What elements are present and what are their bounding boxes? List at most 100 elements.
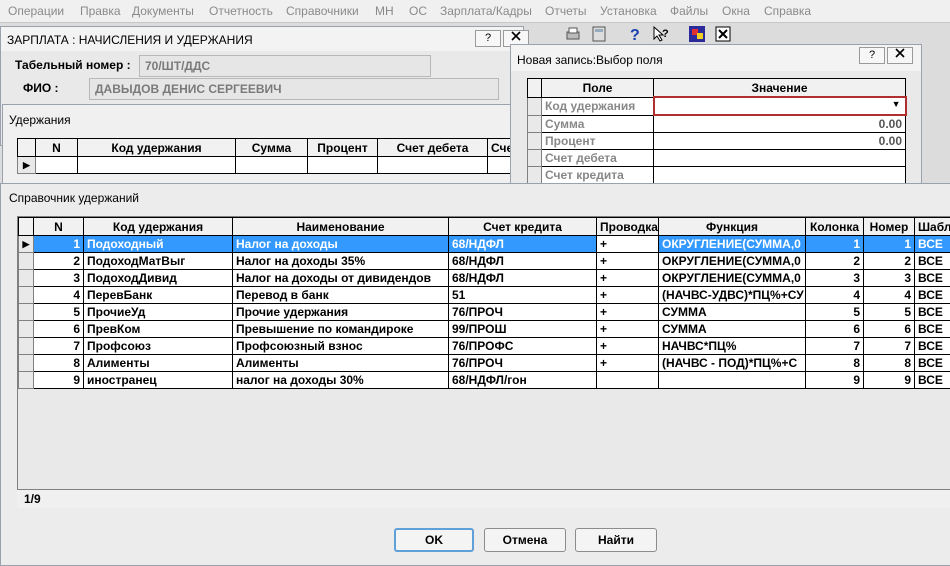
cell-n[interactable]: 7 [33, 337, 84, 355]
cell-credit-account[interactable]: 68/НДФЛ [448, 269, 597, 287]
field-row-sum[interactable]: Сумма 0.00 [527, 114, 906, 133]
cell-function[interactable]: ОКРУГЛЕНИЕ(СУММА,0 [658, 235, 806, 253]
cell-n[interactable]: 3 [33, 269, 84, 287]
table-row[interactable]: 3 ПодоходДивид Налог на доходы от дивиденд… [18, 269, 950, 287]
cell-name[interactable]: Профсоюзный взнос [232, 337, 449, 355]
cell-code[interactable]: иностранец [83, 371, 233, 389]
cell-template[interactable]: ВСЕ [914, 235, 950, 253]
menu-reporting[interactable]: Отчетность [209, 4, 273, 18]
cell-credit-account[interactable]: 68/НДФЛ [448, 252, 597, 270]
cell-number[interactable]: 3 [863, 269, 915, 287]
cell-code[interactable]: ПрочиеУд [83, 303, 233, 321]
cell-posting[interactable]: + [596, 337, 659, 355]
col-debit-account[interactable]: Счет дебета [377, 138, 488, 157]
cell-template[interactable]: ВСЕ [914, 286, 950, 304]
cell-template[interactable]: ВСЕ [914, 252, 950, 270]
cell-name[interactable]: Превышение по командироке [232, 320, 449, 338]
col-posting[interactable]: Проводка [596, 217, 659, 236]
cell-template[interactable]: ВСЕ [914, 303, 950, 321]
cell-column[interactable]: 9 [805, 371, 864, 389]
cell-column[interactable]: 8 [805, 354, 864, 372]
cell-number[interactable]: 6 [863, 320, 915, 338]
field-value[interactable] [653, 166, 906, 184]
cell-column[interactable]: 3 [805, 269, 864, 287]
cell-n[interactable]: 5 [33, 303, 84, 321]
field-row-code[interactable]: Код удержания ▼ [527, 96, 907, 116]
cell-n[interactable]: 4 [33, 286, 84, 304]
cell-credit-account[interactable]: 51 [448, 286, 597, 304]
cell-number[interactable]: 7 [863, 337, 915, 355]
table-row[interactable]: 6 ПревКом Превышение по командироке 99/ПРОШ… [18, 320, 950, 338]
table-row[interactable]: ▶ 1 Подоходный Налог на доходы 68/НДФЛ + ОКРУГ… [18, 235, 950, 253]
cell-credit-account[interactable]: 68/НДФЛ [448, 235, 597, 253]
cell-column[interactable]: 7 [805, 337, 864, 355]
cell-code[interactable]: ПодоходДивид [83, 269, 233, 287]
cell-name[interactable]: Налог на доходы от дивидендов [232, 269, 449, 287]
cell-posting[interactable]: + [596, 286, 659, 304]
cell-code[interactable]: Алименты [83, 354, 233, 372]
cell-posting[interactable]: + [596, 269, 659, 287]
cell-name[interactable]: Налог на доходы 35% [232, 252, 449, 270]
help-button[interactable]: ? [475, 30, 501, 47]
cell-posting[interactable]: + [596, 354, 659, 372]
cell-column[interactable]: 2 [805, 252, 864, 270]
cell-number[interactable]: 1 [863, 235, 915, 253]
chevron-down-icon[interactable]: ▼ [892, 99, 901, 109]
fio-field[interactable]: ДАВЫДОВ ДЕНИС СЕРГЕЕВИЧ [89, 78, 499, 100]
col-code[interactable]: Код удержания [77, 138, 236, 157]
cell-column[interactable]: 1 [805, 235, 864, 253]
cell-function[interactable]: ОКРУГЛЕНИЕ(СУММА,0 [658, 252, 806, 270]
calculator-icon[interactable] [590, 25, 608, 43]
table-row[interactable]: 5 ПрочиеУд Прочие удержания 76/ПРОЧ + СУММА 5 5… [18, 303, 950, 321]
field-row-credit[interactable]: Счет кредита [527, 166, 906, 184]
cell-number[interactable]: 2 [863, 252, 915, 270]
menu-operations[interactable]: Операции [8, 4, 64, 18]
col-number[interactable]: Номер [863, 217, 915, 236]
cell-number[interactable]: 8 [863, 354, 915, 372]
field-value[interactable]: 0.00 [653, 132, 906, 150]
menu-reports[interactable]: Отчеты [545, 4, 586, 18]
cell-n[interactable]: 9 [33, 371, 84, 389]
cell-name[interactable]: Алименты [232, 354, 449, 372]
cell-n[interactable]: 1 [33, 235, 84, 253]
menu-files[interactable]: Файлы [670, 4, 708, 18]
cell-n[interactable]: 6 [33, 320, 84, 338]
cell-number[interactable]: 9 [863, 371, 915, 389]
context-help-icon[interactable]: ? [652, 25, 670, 43]
cell-posting[interactable]: + [596, 320, 659, 338]
cell-function[interactable]: НАЧВС*ПЦ% [658, 337, 806, 355]
cancel-button[interactable]: Отмена [484, 528, 566, 552]
cell-credit-account[interactable]: 76/ПРОЧ [448, 354, 597, 372]
col-name[interactable]: Наименование [232, 217, 449, 236]
cell-credit-account[interactable]: 99/ПРОШ [448, 320, 597, 338]
menu-os[interactable]: ОС [409, 4, 427, 18]
cell-column[interactable]: 6 [805, 320, 864, 338]
menu-windows[interactable]: Окна [722, 4, 750, 18]
cell-template[interactable]: ВСЕ [914, 269, 950, 287]
cell-function[interactable]: ОКРУГЛЕНИЕ(СУММА,0 [658, 269, 806, 287]
menu-mn[interactable]: МН [375, 4, 394, 18]
cell-n[interactable]: 8 [33, 354, 84, 372]
col-code[interactable]: Код удержания [83, 217, 233, 236]
cell-name[interactable]: Налог на доходы [232, 235, 449, 253]
table-row[interactable]: 2 ПодоходМатВыг Налог на доходы 35% 68/НДФЛ… [18, 252, 950, 270]
cell-posting[interactable]: + [596, 303, 659, 321]
code-dropdown[interactable]: ▼ [652, 96, 907, 116]
menu-references[interactable]: Справочники [286, 4, 359, 18]
field-row-percent[interactable]: Процент 0.00 [527, 132, 906, 150]
find-button[interactable]: Найти [575, 528, 657, 552]
cell-code[interactable]: Подоходный [83, 235, 233, 253]
cell-code[interactable]: Профсоюз [83, 337, 233, 355]
cell-name[interactable]: Прочие удержания [232, 303, 449, 321]
table-row[interactable]: 8 Алименты Алименты 76/ПРОЧ + (НАЧВС - ПОД)*П… [18, 354, 950, 372]
cell-posting[interactable]: + [596, 235, 659, 253]
cell-credit-account[interactable]: 76/ПРОЧ [448, 303, 597, 321]
print-icon[interactable] [564, 25, 582, 43]
cell-column[interactable]: 4 [805, 286, 864, 304]
cell-function[interactable]: СУММА [658, 303, 806, 321]
menu-help[interactable]: Справка [764, 4, 811, 18]
menu-documents[interactable]: Документы [132, 4, 194, 18]
table-row[interactable]: 9 иностранец налог на доходы 30% 68/НДФЛ/го… [18, 371, 950, 389]
cell-name[interactable]: Перевод в банк [232, 286, 449, 304]
cell-template[interactable]: ВСЕ [914, 337, 950, 355]
